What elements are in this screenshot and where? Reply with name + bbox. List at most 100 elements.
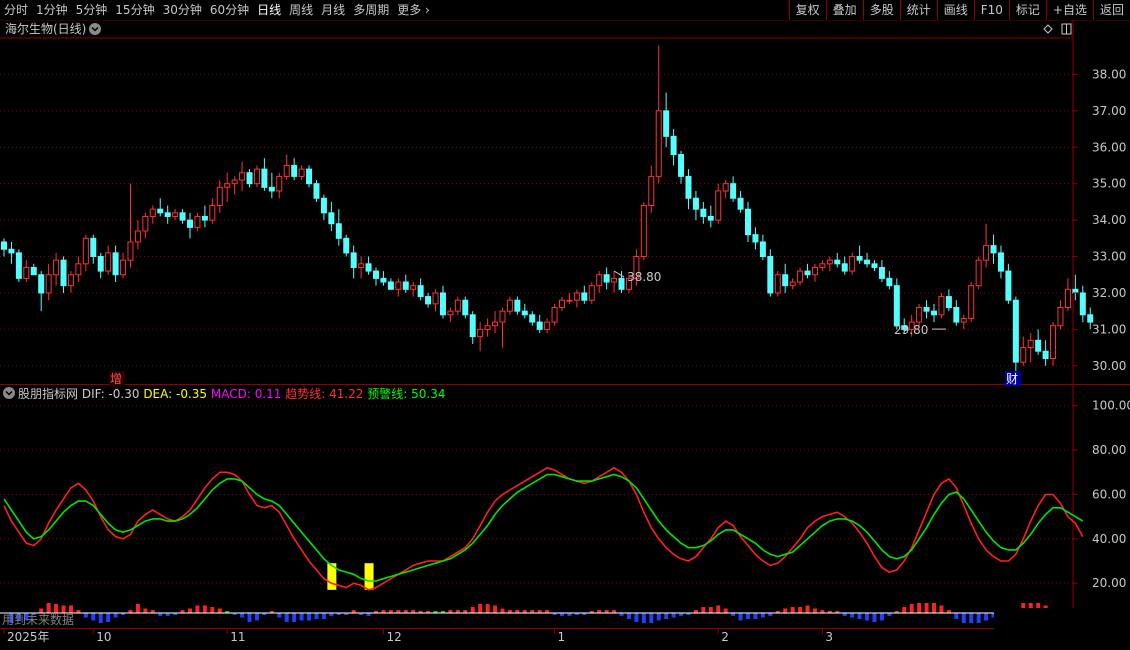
- candle-body: [968, 285, 975, 319]
- histogram-bar: [314, 613, 319, 619]
- candle-body: [283, 164, 290, 177]
- histogram-bar: [54, 604, 59, 613]
- candle-body: [328, 212, 335, 225]
- candle-body: [410, 285, 417, 290]
- histogram-bar: [939, 605, 944, 613]
- candle-body: [1050, 325, 1057, 360]
- candle-body: [722, 183, 729, 192]
- candle-body: [112, 252, 119, 276]
- candle-body: [1005, 270, 1012, 301]
- candle-body: [1057, 307, 1064, 327]
- price-tick-label: 36.00: [1092, 140, 1126, 154]
- candle-body: [224, 183, 231, 188]
- candle-body: [640, 205, 647, 258]
- histogram-bar: [217, 608, 222, 613]
- candle-body: [1, 241, 7, 250]
- histogram-bar: [649, 613, 654, 623]
- candle-body: [611, 277, 618, 283]
- histogram-bar: [850, 613, 855, 618]
- candle-body: [246, 172, 253, 185]
- candle-body: [8, 248, 15, 254]
- signal-bar: [364, 563, 374, 590]
- candle-body: [425, 296, 432, 305]
- candle-body: [916, 307, 923, 323]
- candle-body: [1072, 288, 1079, 294]
- candle-body: [529, 314, 536, 323]
- histogram-bar: [210, 607, 215, 613]
- candle-body: [276, 175, 283, 192]
- histogram-bar: [805, 605, 810, 613]
- stock-chart[interactable]: 30.00 31.00 32.00 33.00 34.00 35.00 36.00 37.00…: [0, 0, 1130, 650]
- legend-item-3: 趋势线: 41.22: [285, 387, 367, 401]
- histogram-bar: [143, 608, 148, 613]
- candle-body: [499, 310, 506, 323]
- histogram-bar: [716, 605, 721, 613]
- legend-item-2: MACD: 0.11: [211, 387, 285, 401]
- histogram-bar: [83, 613, 88, 618]
- histogram-bar: [746, 613, 750, 619]
- price-tick-label: 31.00: [1092, 322, 1126, 336]
- candle-body: [596, 274, 603, 287]
- candle-body: [53, 259, 60, 276]
- date-tick-label: 3: [825, 630, 833, 644]
- histogram-bar: [493, 605, 498, 613]
- candle-body: [149, 208, 156, 217]
- candle-body: [789, 281, 796, 287]
- candle-body: [521, 310, 528, 316]
- histogram-bar: [254, 613, 259, 621]
- histogram-bar: [277, 613, 282, 618]
- candle-body: [953, 307, 960, 323]
- histogram-bar: [872, 613, 877, 622]
- histogram-bar: [106, 613, 111, 622]
- histogram-bar: [656, 613, 661, 621]
- histogram-bar: [634, 613, 639, 622]
- candle-body: [804, 270, 811, 276]
- legend-item-1: DEA: -0.35: [143, 387, 211, 401]
- candle-body: [462, 299, 469, 316]
- candle-body: [886, 277, 893, 287]
- candle-body: [23, 266, 30, 279]
- candle-body: [306, 168, 313, 185]
- candle-body: [893, 285, 900, 327]
- histogram-bar: [307, 613, 312, 621]
- candle-body: [737, 197, 744, 210]
- histogram-bar: [664, 613, 669, 619]
- candle-body: [715, 190, 722, 221]
- candle-body: [506, 299, 513, 312]
- candle-body: [172, 212, 179, 217]
- candle-body: [990, 245, 997, 254]
- candle-body: [1042, 350, 1049, 360]
- histogram-bar: [723, 608, 728, 613]
- candle-body: [931, 310, 937, 316]
- candle-body: [544, 321, 551, 330]
- histogram-bar: [909, 604, 914, 613]
- indicator-menu-icon: [3, 387, 15, 399]
- histogram-bar: [188, 608, 192, 613]
- histogram-bar: [879, 613, 884, 621]
- date-axis: 2025年 10 11 12 1 2 3: [3, 629, 833, 644]
- histogram-bar: [954, 613, 959, 619]
- legend-item-0: DIF: -0.30: [82, 387, 143, 401]
- candle-body: [209, 205, 216, 221]
- candle-body: [261, 168, 268, 188]
- candle-body: [402, 281, 409, 290]
- histogram-bar: [932, 603, 936, 613]
- low-annotation: 29.80: [894, 323, 928, 337]
- date-tick-label: 11: [230, 630, 245, 644]
- candle-body: [685, 175, 692, 199]
- candle-body: [1087, 314, 1094, 323]
- histogram-bar: [202, 605, 207, 613]
- candle-body: [67, 274, 74, 287]
- candle-body: [365, 263, 372, 272]
- candle-body: [983, 245, 990, 261]
- candle-body: [231, 179, 238, 185]
- candle-body: [514, 299, 521, 312]
- indicator-lines: [3, 466, 1084, 591]
- candle-body: [268, 186, 275, 192]
- histogram-bar: [98, 613, 103, 623]
- candle-body: [945, 296, 952, 309]
- histogram-bars: [0, 603, 1085, 623]
- candle-body: [603, 274, 610, 283]
- histogram-bar: [812, 608, 817, 613]
- candle-body: [387, 281, 394, 290]
